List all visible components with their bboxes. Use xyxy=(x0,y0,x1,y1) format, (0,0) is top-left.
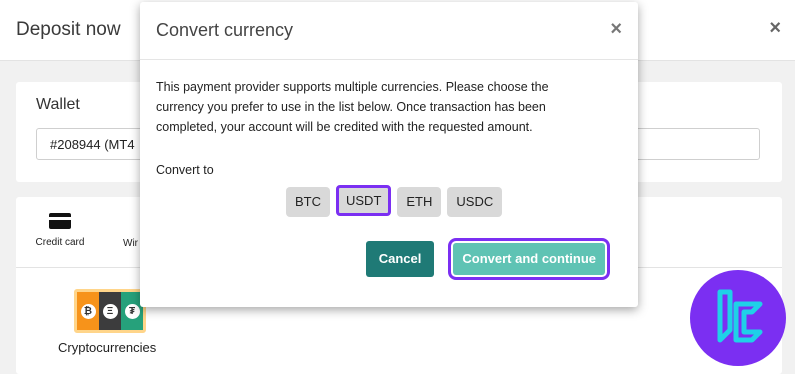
bitcoin-icon: ₿ xyxy=(77,292,99,330)
convert-to-label: Convert to xyxy=(156,163,214,177)
tab-credit-card[interactable]: Credit card xyxy=(34,213,86,248)
modal-title: Convert currency xyxy=(156,20,294,40)
modal-header: Convert currency × xyxy=(140,2,638,60)
bitcoin-glyph: ₿ xyxy=(80,303,96,319)
currency-options: BTC USDT ETH USDC xyxy=(286,185,503,217)
tab-wire-label: Wir xyxy=(123,238,138,249)
convert-and-continue-button[interactable]: Convert and continue xyxy=(453,243,605,275)
convert-button-highlight: Convert and continue xyxy=(448,238,610,280)
ethereum-icon: Ξ xyxy=(99,292,121,330)
ethereum-glyph: Ξ xyxy=(102,303,118,319)
deposit-close-icon[interactable]: × xyxy=(769,17,781,40)
tether-glyph: ₮ xyxy=(124,303,140,319)
brand-logo-icon xyxy=(690,270,786,366)
currency-option-btc[interactable]: BTC xyxy=(286,187,330,217)
wallet-label: Wallet xyxy=(36,96,80,113)
crypto-coins-badge: ₿ Ξ ₮ xyxy=(74,289,146,333)
brand-logo-mark xyxy=(717,289,763,343)
modal-description: This payment provider supports multiple … xyxy=(156,80,549,134)
cryptocurrencies-label: Cryptocurrencies xyxy=(58,340,157,355)
currency-option-usdc[interactable]: USDC xyxy=(447,187,503,217)
modal-close-icon[interactable]: × xyxy=(610,18,622,41)
deposit-title: Deposit now xyxy=(16,19,121,40)
currency-option-usdt[interactable]: USDT xyxy=(336,185,392,216)
cancel-button[interactable]: Cancel xyxy=(365,241,435,277)
tab-wire[interactable]: Wir xyxy=(123,238,138,249)
credit-card-icon xyxy=(49,213,71,229)
modal-actions: Cancel Convert and continue xyxy=(365,238,610,280)
convert-currency-modal: Convert currency × This payment provider… xyxy=(140,2,638,307)
currency-option-eth[interactable]: ETH xyxy=(397,187,442,217)
tab-credit-card-label: Credit card xyxy=(35,237,85,248)
